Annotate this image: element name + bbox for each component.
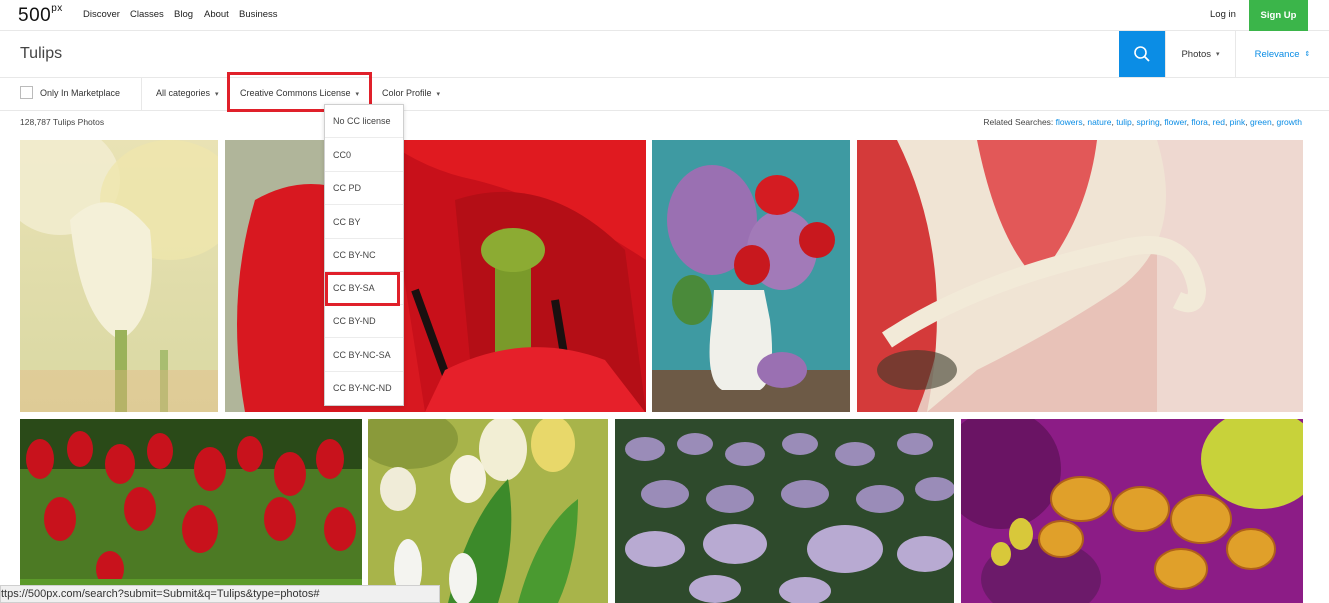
related-link[interactable]: flowers [1056,117,1083,127]
license-option-no-cc[interactable]: No CC license [325,105,403,138]
nav-link-about[interactable]: About [204,9,229,20]
related-link[interactable]: spring [1137,117,1160,127]
related-link[interactable]: nature [1087,117,1111,127]
highlight-box-cc-by-sa [325,272,400,306]
license-option-cc-by-nc-sa[interactable]: CC BY-NC-SA [325,339,403,372]
result-count: 128,787 Tulips Photos [20,117,105,127]
filter-bar: Only In Marketplace All categories ▾ Crea… [0,78,1329,111]
marketplace-checkbox-label[interactable]: Only In Marketplace [40,88,120,98]
sort-arrows-icon: ⇕ [1304,51,1311,58]
marketplace-checkbox[interactable] [20,86,33,99]
related-link[interactable]: flower [1164,117,1186,127]
nav-link-business[interactable]: Business [239,9,278,20]
related-link[interactable]: red [1213,117,1225,127]
search-button[interactable] [1119,31,1165,77]
license-option-cc-by-nc-nd[interactable]: CC BY-NC-ND [325,372,403,405]
license-option-cc0[interactable]: CC0 [325,139,403,172]
photo-thumbnail[interactable] [961,419,1303,603]
related-link[interactable]: growth [1276,117,1302,127]
license-option-cc-by-nd[interactable]: CC BY-ND [325,305,403,338]
photo-thumbnail[interactable] [20,419,362,603]
search-icon [1134,46,1150,62]
photo-thumbnail[interactable] [615,419,954,603]
color-profile-filter[interactable]: Color Profile ▾ [382,88,440,98]
categories-filter[interactable]: All categories ▾ [156,88,219,98]
type-select-label: Photos [1181,48,1212,60]
search-query-title[interactable]: Tulips [20,45,62,63]
search-bar: Tulips Photos ▾ Relevance ⇕ [0,31,1329,78]
nav-link-discover[interactable]: Discover [83,9,120,20]
browser-status-url: ttps://500px.com/search?submit=Submit&q=… [0,585,440,603]
related-label: Related Searches: [983,117,1054,127]
related-searches: Related Searches: flowers, nature, tulip… [983,117,1302,127]
logo[interactable]: 500px [18,3,63,27]
signup-button[interactable]: Sign Up [1249,0,1308,31]
related-link[interactable]: green [1250,117,1272,127]
related-link[interactable]: tulip [1116,117,1132,127]
top-nav: 500px Discover Classes Blog About Busine… [0,0,1329,31]
type-select[interactable]: Photos ▾ [1165,31,1235,77]
license-dropdown-menu: No CC license CC0 CC PD CC BY CC BY-NC C… [324,104,404,406]
chevron-down-icon: ▾ [436,91,441,98]
license-option-cc-pd[interactable]: CC PD [325,172,403,205]
photo-thumbnail[interactable] [652,140,850,412]
license-option-cc-by-nc[interactable]: CC BY-NC [325,239,403,272]
related-link[interactable]: pink [1230,117,1246,127]
filter-divider [141,78,142,110]
related-link[interactable]: flora [1191,117,1208,127]
chevron-down-icon: ▾ [215,91,219,98]
photo-thumbnail[interactable] [20,140,218,412]
license-option-cc-by[interactable]: CC BY [325,206,403,239]
nav-link-blog[interactable]: Blog [174,9,193,20]
photo-thumbnail[interactable] [225,140,646,412]
login-link[interactable]: Log in [1210,9,1236,20]
photo-thumbnail[interactable] [857,140,1303,412]
photo-thumbnail[interactable] [368,419,608,603]
nav-link-classes[interactable]: Classes [130,9,164,20]
sort-select[interactable]: Relevance ⇕ [1235,31,1329,77]
chevron-down-icon: ▾ [1216,51,1220,58]
sort-select-label: Relevance [1254,48,1300,60]
